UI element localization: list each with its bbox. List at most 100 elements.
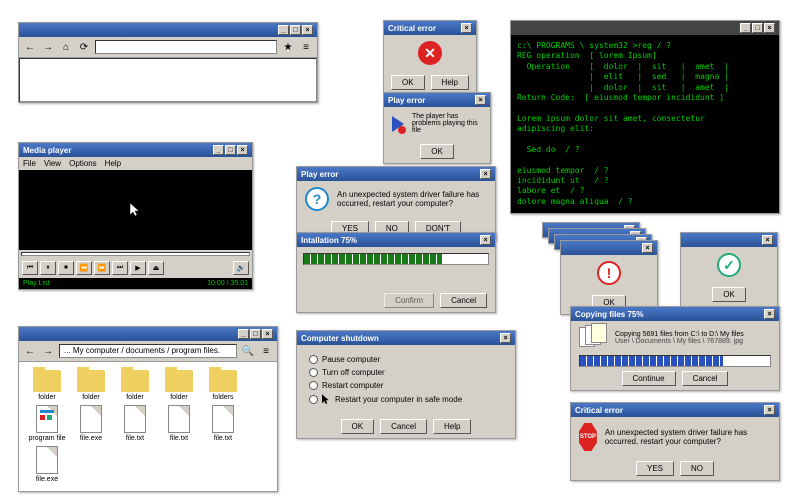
file-list: folderfolderfolderfolderfoldersprogram f… (19, 362, 277, 491)
file-item[interactable]: file.txt (203, 405, 243, 442)
progress-bar (303, 253, 489, 265)
minimize-icon[interactable]: _ (278, 25, 289, 35)
close-icon[interactable]: × (461, 23, 472, 33)
back-icon[interactable]: ← (23, 40, 37, 54)
close-icon[interactable]: × (262, 329, 273, 339)
close-icon[interactable]: × (764, 23, 775, 33)
error-message: The player has problems playing this fil… (412, 113, 482, 134)
window-title: Play error (388, 96, 425, 105)
refresh-icon[interactable]: ⟳ (77, 40, 91, 54)
window-title: Intallation 75% (301, 236, 357, 245)
menu-options[interactable]: Options (69, 159, 97, 168)
seek-bar[interactable] (21, 252, 250, 256)
play-error-dialog-1: Play error × The player has problems play… (383, 92, 491, 164)
file-item[interactable]: folder (159, 370, 199, 401)
ok-button[interactable]: OK (391, 75, 425, 90)
close-icon[interactable]: × (642, 243, 653, 253)
menu-icon[interactable]: ≡ (259, 344, 273, 358)
radio-option[interactable]: Restart your computer in safe mode (309, 392, 503, 407)
maximize-icon[interactable]: □ (752, 23, 763, 33)
path-input[interactable]: ... My computer / documents / program fi… (59, 344, 237, 358)
search-icon[interactable]: 🔍 (241, 344, 255, 358)
minimize-icon[interactable]: _ (213, 145, 224, 155)
back-icon[interactable]: ← (23, 344, 37, 358)
terminal-window: _□× c:\ PROGRAMS \ system32 >reg / ? REG… (510, 20, 780, 214)
close-icon[interactable]: × (500, 333, 511, 343)
ok-button[interactable]: OK (341, 419, 375, 434)
window-title: Critical error (575, 406, 623, 415)
critical-error-dialog-2: Critical error× STOPAn unexpected system… (570, 402, 780, 481)
maximize-icon[interactable]: □ (225, 145, 236, 155)
minimize-icon[interactable]: _ (740, 23, 751, 33)
ok-button[interactable]: OK (420, 144, 454, 159)
critical-error-dialog: Critical error× ✕ OKHelp (383, 20, 477, 95)
installation-dialog: Intallation 75% × Confirm Cancel (296, 232, 496, 313)
close-icon[interactable]: × (764, 309, 775, 319)
menu-help[interactable]: Help (105, 159, 121, 168)
prev-icon[interactable]: ⏮ (22, 261, 38, 275)
radio-option[interactable]: Pause computer (309, 353, 503, 366)
rewind-icon[interactable]: ⏪ (76, 261, 92, 275)
copy-message: Copying 5691 files from C:\ to D:\ My fi… (615, 331, 744, 338)
file-item[interactable]: folder (115, 370, 155, 401)
close-icon[interactable]: × (480, 235, 491, 245)
help-button[interactable]: Help (431, 75, 469, 90)
window-title: Copying files 75% (575, 310, 643, 319)
close-icon[interactable]: × (480, 169, 491, 179)
play-icon[interactable]: ▶ (130, 261, 146, 275)
stop-icon[interactable]: ⏹ (58, 261, 74, 275)
cancel-button[interactable]: Cancel (682, 371, 729, 386)
cancel-button[interactable]: Cancel (440, 293, 487, 308)
file-item[interactable]: program file (27, 405, 67, 442)
star-icon[interactable]: ★ (281, 40, 295, 54)
warning-dialog: × ! OK (560, 240, 658, 315)
radio-option[interactable]: Turn off computer (309, 366, 503, 379)
ok-button[interactable]: OK (712, 287, 746, 302)
maximize-icon[interactable]: □ (290, 25, 301, 35)
time-label: 10:00 / 35:01 (207, 280, 248, 287)
forward-icon[interactable]: ⏩ (94, 261, 110, 275)
close-icon[interactable]: × (764, 405, 775, 415)
file-item[interactable]: file.txt (115, 405, 155, 442)
yes-button[interactable]: YES (636, 461, 674, 476)
close-icon[interactable]: × (475, 95, 486, 105)
volume-icon[interactable]: 🔊 (233, 261, 249, 275)
file-item[interactable]: file.exe (71, 405, 111, 442)
radio-option[interactable]: Restart computer (309, 379, 503, 392)
menu-file[interactable]: File (23, 159, 36, 168)
cancel-button[interactable]: Cancel (380, 419, 427, 434)
play-error-dialog-2: Play error× ?An unexpected system driver… (296, 166, 496, 241)
file-item[interactable]: folder (71, 370, 111, 401)
eject-icon[interactable]: ⏏ (148, 261, 164, 275)
home-icon[interactable]: ⌂ (59, 40, 73, 54)
confirm-button[interactable]: Confirm (384, 293, 434, 308)
close-icon[interactable]: × (762, 235, 773, 245)
media-player: Media player_□× File View Options Help ⏮… (18, 142, 253, 290)
file-item[interactable]: file.txt (159, 405, 199, 442)
window-title: Computer shutdown (301, 334, 379, 343)
next-icon[interactable]: ⏭ (112, 261, 128, 275)
stop-icon: STOP (579, 423, 597, 451)
minimize-icon[interactable]: _ (238, 329, 249, 339)
playlist-label: Play List (23, 280, 49, 287)
cursor-icon (322, 394, 331, 405)
address-input[interactable] (95, 40, 277, 54)
forward-icon[interactable]: → (41, 344, 55, 358)
continue-button[interactable]: Continue (622, 371, 676, 386)
file-item[interactable]: folders (203, 370, 243, 401)
close-icon[interactable]: × (237, 145, 248, 155)
file-item[interactable]: folder (27, 370, 67, 401)
viewport (19, 58, 317, 102)
maximize-icon[interactable]: □ (250, 329, 261, 339)
file-item[interactable]: file.exe (27, 446, 67, 483)
browser-window: _□× ← → ⌂ ⟳ ★ ≡ (18, 22, 318, 103)
play-icon (392, 116, 404, 132)
copy-path: User \ Documents \ My files \ 767889. jp… (615, 338, 744, 345)
pause-icon[interactable]: ⏸ (40, 261, 56, 275)
no-button[interactable]: NO (680, 461, 714, 476)
menu-icon[interactable]: ≡ (299, 40, 313, 54)
forward-icon[interactable]: → (41, 40, 55, 54)
close-icon[interactable]: × (302, 25, 313, 35)
help-button[interactable]: Help (433, 419, 471, 434)
menu-view[interactable]: View (44, 159, 61, 168)
